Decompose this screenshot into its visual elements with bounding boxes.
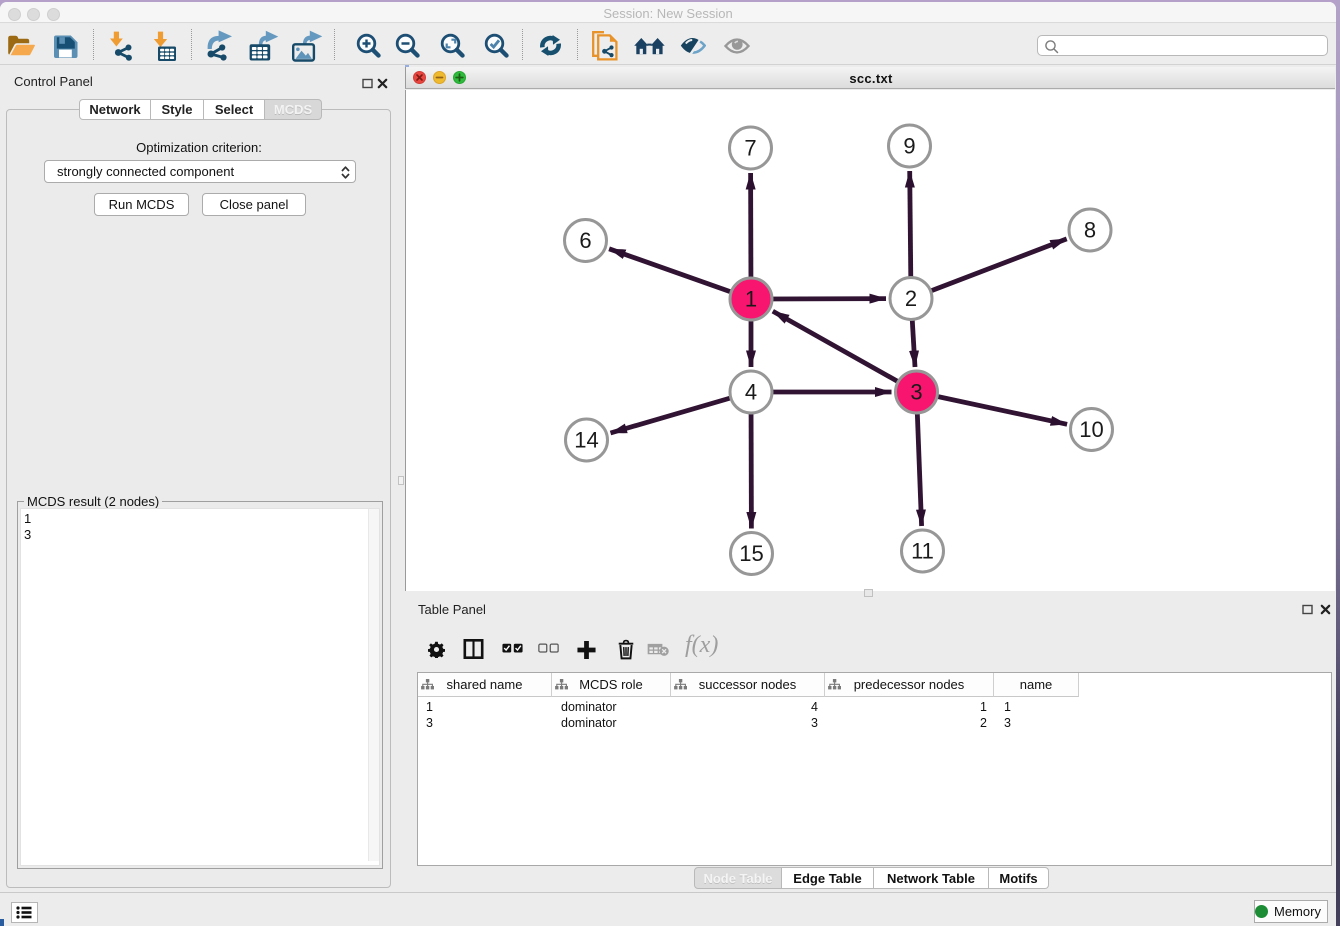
svg-text:8: 8 <box>1084 218 1096 243</box>
svg-text:3: 3 <box>910 380 922 405</box>
svg-text:11: 11 <box>911 539 934 564</box>
svg-text:7: 7 <box>744 136 756 161</box>
svg-text:4: 4 <box>745 380 757 405</box>
svg-text:2: 2 <box>905 286 917 311</box>
svg-text:1: 1 <box>745 287 757 312</box>
svg-text:15: 15 <box>739 541 763 566</box>
svg-text:6: 6 <box>579 228 591 253</box>
svg-text:9: 9 <box>903 134 915 159</box>
svg-text:10: 10 <box>1079 417 1103 442</box>
svg-text:14: 14 <box>574 428 598 453</box>
